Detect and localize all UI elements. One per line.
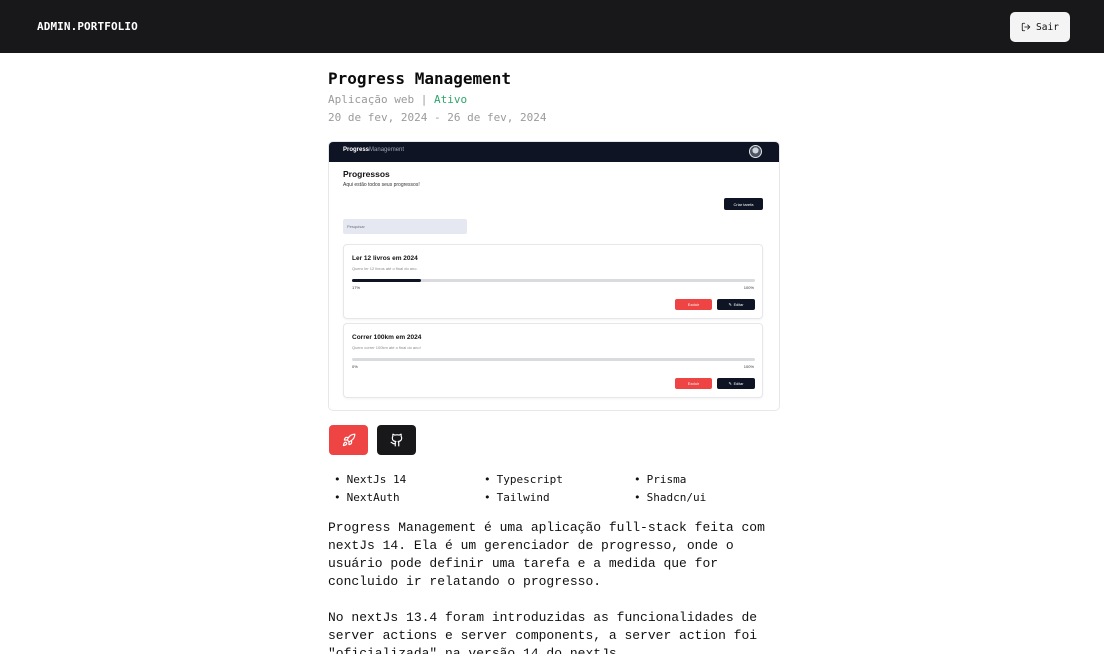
avatar (749, 145, 762, 158)
github-link-button[interactable] (377, 425, 416, 455)
logout-label: Sair (1036, 21, 1059, 33)
project-meta: Aplicação web | Ativo (328, 93, 467, 106)
card-title: Correr 100km em 2024 (352, 334, 422, 341)
progress-bar (352, 279, 755, 282)
preview-card: Correr 100km em 2024 Quero correr 100km … (343, 323, 763, 398)
pencil-icon: ✎ (728, 303, 732, 307)
preview-subheading: Aqui estão todos seus progressos! (343, 182, 420, 188)
project-description: Progress Management é uma aplicação full… (328, 519, 788, 654)
meta-separator: | (420, 93, 428, 106)
brand-logo[interactable]: ADMIN.PORTFOLIO (37, 20, 138, 33)
project-title: Progress Management (328, 69, 512, 88)
github-icon (390, 433, 402, 447)
technology-item: Prisma (634, 472, 784, 487)
pencil-icon: ✎ (728, 382, 732, 386)
preview-brand: ProgressManagement (343, 147, 405, 153)
description-paragraph: No nextJs 13.4 foram introduzidas as fun… (328, 610, 758, 654)
progress-fill (352, 279, 421, 282)
card-title: Ler 12 livros em 2024 (352, 255, 418, 262)
preview-delete-button: Excluir (675, 378, 712, 389)
progress-bar (352, 358, 755, 361)
project-screenshot: ProgressManagement Progressos Aqui estão… (328, 141, 780, 411)
preview-new-task-button: Criar tarefa (724, 198, 763, 210)
technology-item: Shadcn/ui (634, 490, 784, 505)
progress-value: 17% (352, 285, 361, 290)
card-description: Quero ler 12 livros até o final do ano. (352, 266, 418, 271)
rocket-icon (342, 433, 355, 447)
project-type: Aplicação web (328, 93, 415, 106)
top-navbar: ADMIN.PORTFOLIO Sair (0, 0, 1104, 53)
preview-edit-button: ✎ Editar (717, 378, 755, 389)
preview-delete-button: Excluir (675, 299, 712, 310)
progress-max: 100% (743, 285, 754, 290)
progress-max: 100% (743, 364, 754, 369)
progress-value: 0% (352, 364, 358, 369)
preview-card: Ler 12 livros em 2024 Quero ler 12 livro… (343, 244, 763, 319)
technology-item: NextJs 14 (334, 472, 484, 487)
status-badge: Ativo (433, 93, 468, 106)
technology-item: Typescript (484, 472, 634, 487)
technology-item: NextAuth (334, 490, 484, 505)
technology-list: NextJs 14 Typescript Prisma NextAuth Tai… (334, 472, 794, 505)
preview-search-input: Pesquisar (343, 219, 467, 234)
logout-button[interactable]: Sair (1010, 12, 1070, 42)
preview-edit-button: ✎ Editar (717, 299, 755, 310)
preview-heading: Progressos (343, 169, 390, 179)
preview-navbar: ProgressManagement (329, 142, 779, 162)
log-out-icon (1021, 22, 1031, 32)
card-description: Quero correr 100km até o final do ano! (352, 345, 421, 350)
technology-item: Tailwind (484, 490, 634, 505)
deploy-link-button[interactable] (329, 425, 368, 455)
project-dates: 20 de fev, 2024 - 26 de fev, 2024 (328, 111, 547, 124)
description-paragraph: Progress Management é uma aplicação full… (328, 520, 765, 589)
